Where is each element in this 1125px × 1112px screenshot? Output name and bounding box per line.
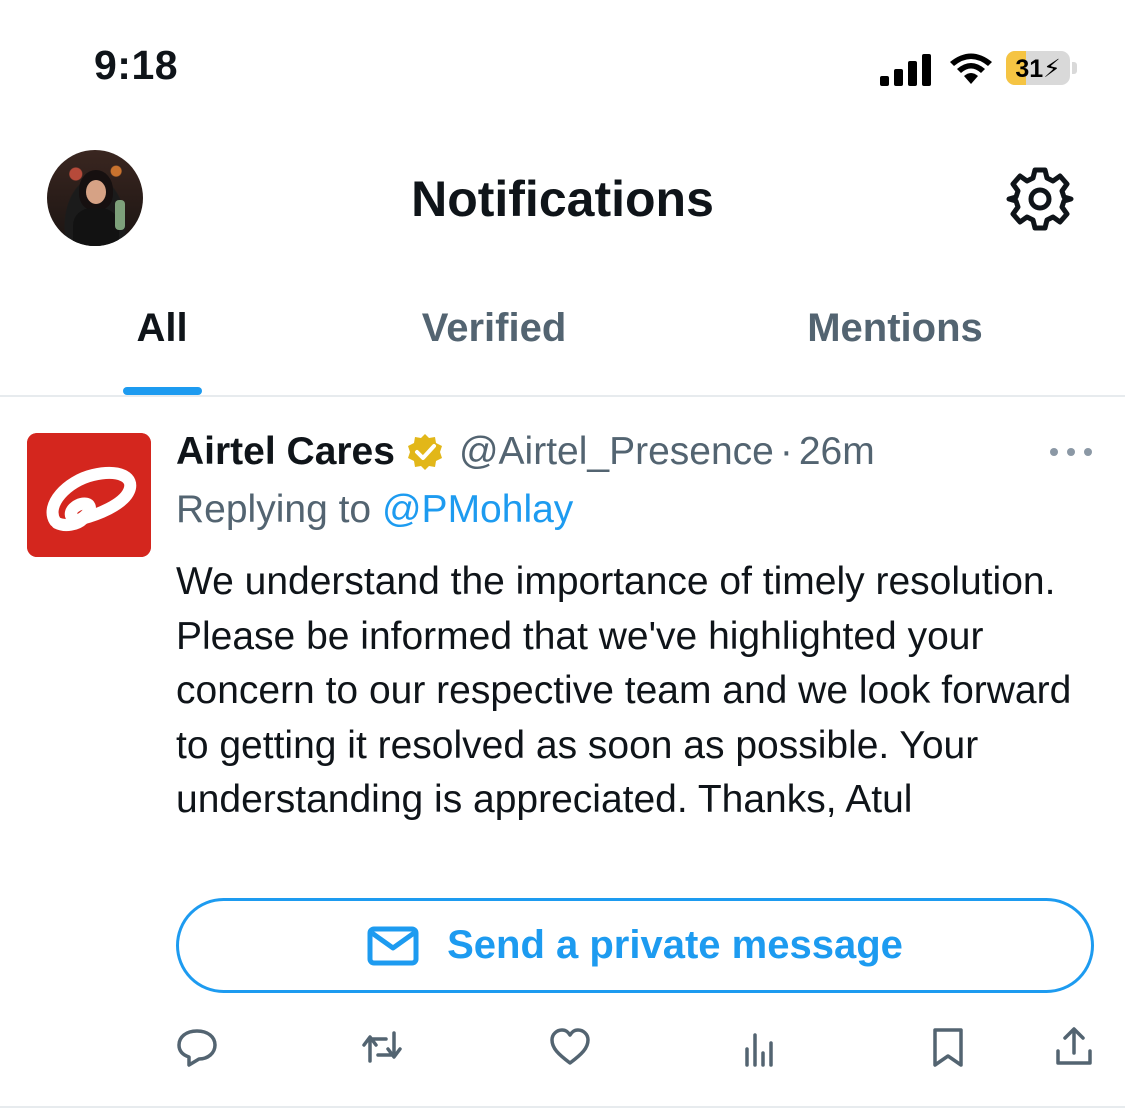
like-button[interactable] [548, 1025, 592, 1069]
page-title: Notifications [411, 171, 714, 227]
bookmark-button[interactable] [926, 1025, 970, 1069]
more-options-icon[interactable] [1048, 444, 1094, 460]
envelope-icon [367, 926, 419, 965]
battery-percent: 31⚡ [1015, 55, 1061, 83]
send-private-message-button[interactable]: Send a private message [176, 898, 1094, 993]
reply-to-user-link[interactable]: @PMohlay [382, 488, 573, 531]
views-button[interactable] [737, 1025, 781, 1069]
share-button[interactable] [1052, 1025, 1096, 1069]
author-name[interactable]: Airtel Cares [176, 430, 395, 474]
tweet-timestamp[interactable]: 26m [799, 430, 875, 474]
retweet-icon [362, 1031, 402, 1063]
cellular-signal-icon [880, 54, 931, 86]
reply-context: Replying to @PMohlay [176, 488, 573, 532]
tweet-text: We understand the importance of timely r… [176, 560, 1072, 821]
like-icon [550, 1028, 590, 1065]
reply-icon [177, 1029, 217, 1067]
views-icon [745, 1033, 773, 1067]
active-tab-indicator [123, 387, 202, 395]
wifi-icon [950, 53, 992, 84]
separator: · [779, 430, 793, 473]
reply-button[interactable] [175, 1025, 219, 1069]
charging-bolt-icon: ⚡ [1043, 55, 1061, 83]
retweet-button[interactable] [360, 1025, 404, 1069]
share-icon [1056, 1027, 1092, 1065]
divider [0, 395, 1125, 397]
divider [0, 1106, 1125, 1108]
battery-indicator: 31⚡ [1006, 51, 1078, 87]
tab-mentions[interactable]: Mentions [780, 306, 1010, 351]
author-handle[interactable]: @Airtel_Presence [459, 430, 774, 474]
airtel-logo-avatar[interactable] [27, 433, 151, 557]
reply-prefix: Replying to [176, 488, 372, 531]
tab-verified[interactable]: Verified [384, 306, 604, 351]
tab-all[interactable]: All [62, 306, 262, 351]
gear-icon[interactable] [1006, 165, 1074, 233]
status-time: 9:18 [94, 42, 179, 88]
send-private-message-label: Send a private message [447, 923, 903, 967]
verified-badge-icon[interactable] [405, 432, 445, 472]
bookmark-icon [933, 1028, 963, 1067]
tweet-header: Airtel Cares @Airtel_Presence · 26m [176, 428, 875, 476]
